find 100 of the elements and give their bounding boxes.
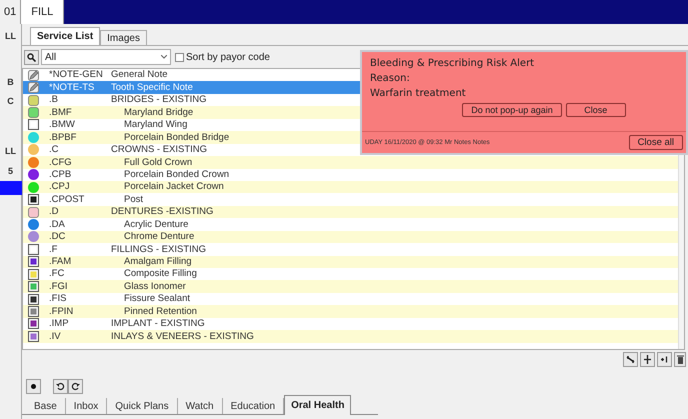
tab[interactable]: Service List	[30, 27, 100, 45]
trash-icon	[676, 355, 684, 364]
service-code: .FAM	[48, 257, 72, 267]
service-description: BRIDGES - EXISTING	[111, 95, 207, 105]
connector-icon	[626, 355, 635, 364]
alert-title: Bleeding & Prescribing Risk Alert	[370, 57, 536, 71]
service-description: DENTURES -EXISTING	[111, 207, 214, 217]
service-code: .BMW	[48, 120, 76, 130]
dot-button[interactable]	[26, 378, 41, 394]
undo-icon	[56, 382, 65, 390]
tooth-chart-icon	[28, 244, 38, 255]
close-all-button[interactable]: Close all	[628, 135, 683, 150]
dropdown-value: All	[45, 50, 56, 64]
alert-button[interactable]: Close	[566, 103, 626, 117]
service-description: CROWNS - EXISTING	[111, 145, 208, 155]
cut-label: B	[7, 76, 14, 88]
service-code: .BMF	[48, 108, 73, 118]
pencil-icon	[28, 70, 38, 81]
service-code: .FIS	[48, 294, 68, 304]
service-description: Maryland Wing	[123, 120, 188, 130]
selection-bar	[0, 181, 22, 195]
service-description: Maryland Bridge	[123, 108, 194, 118]
tooth-chart-icon	[28, 194, 38, 206]
service-description: Amalgam Filling	[123, 257, 192, 267]
list-row[interactable]: .CPB Porcelain Bonded Crown	[23, 168, 678, 181]
redo-button[interactable]	[68, 378, 83, 394]
tooth-chart-icon	[28, 318, 38, 330]
service-description: INLAYS & VENEERS - EXISTING	[111, 332, 254, 342]
toolbar-button[interactable]	[657, 352, 672, 367]
service-code: .DC	[48, 232, 66, 242]
service-code: .CPB	[48, 170, 72, 180]
tab[interactable]: Quick Plans	[107, 398, 178, 414]
list-row[interactable]: .FPIN Pinned Retention	[23, 305, 678, 318]
tooth-chart-icon	[28, 306, 38, 318]
alert-button[interactable]: Do not pop-up again	[462, 103, 562, 117]
list-row[interactable]: .FC Composite Filling	[23, 268, 678, 280]
service-description: Pinned Retention	[123, 306, 197, 316]
checkbox-label: Sort by payor code	[186, 50, 270, 64]
tab[interactable]: Images	[100, 30, 147, 45]
list-row[interactable]: .FIS Fissure Sealant	[23, 292, 678, 306]
redo-icon	[71, 382, 80, 390]
list-row[interactable]: .FAM Amalgam Filling	[23, 256, 678, 268]
service-description: Composite Filling	[123, 269, 197, 279]
cut-label: LL	[5, 145, 16, 157]
list-row[interactable]: .FGI Glass Ionomer	[23, 280, 678, 293]
cut-label: C	[7, 95, 14, 107]
checkbox[interactable]	[175, 52, 184, 62]
service-code: .IV	[48, 332, 62, 342]
service-description: Chrome Denture	[123, 232, 194, 242]
list-row[interactable]: .CPJ Porcelain Jacket Crown	[23, 180, 678, 194]
tab[interactable]: FILL	[21, 0, 64, 24]
service-code: .FGI	[48, 282, 68, 292]
service-code: .C	[48, 145, 60, 155]
service-description: Acrylic Denture	[123, 220, 188, 230]
service-code: .CFG	[48, 158, 73, 168]
service-code: .FC	[48, 269, 66, 279]
service-description: Glass Ionomer	[123, 282, 186, 292]
toolbar-button[interactable]	[623, 352, 638, 367]
service-description: IMPLANT - EXISTING	[111, 319, 205, 329]
search-icon	[27, 52, 36, 62]
service-code: .BPBF	[48, 132, 78, 142]
tab[interactable]: Base	[26, 398, 66, 414]
list-row[interactable]: .IV INLAYS & VENEERS - EXISTING	[23, 330, 678, 343]
service-code: .CPJ	[48, 182, 71, 192]
caret-icon	[161, 55, 167, 59]
toolbar-button[interactable]	[674, 352, 686, 367]
service-description: General Note	[111, 70, 168, 80]
tab[interactable]: 01	[0, 0, 22, 24]
search-button[interactable]	[24, 50, 39, 64]
service-code: .CPOST	[48, 194, 86, 204]
service-description: Fissure Sealant	[123, 294, 190, 304]
service-description: Tooth Specific Note	[111, 82, 193, 92]
service-description: Full Gold Crown	[123, 158, 192, 168]
pencil-icon	[28, 82, 38, 94]
service-description: Porcelain Bonded Bridge	[123, 132, 230, 142]
service-code: .F	[48, 244, 58, 254]
service-code: *NOTE-TS	[48, 82, 96, 92]
tooth-chart-icon	[28, 281, 38, 292]
service-code: .B	[48, 95, 59, 105]
service-description: Post	[123, 194, 144, 204]
tooth-chart-icon	[28, 330, 38, 342]
undo-button[interactable]	[53, 378, 68, 394]
service-description: Porcelain Jacket Crown	[123, 182, 224, 192]
service-code: .D	[48, 207, 60, 217]
toolbar-button[interactable]	[640, 352, 655, 367]
list-row[interactable]: .DC Chrome Denture	[23, 230, 678, 244]
filter-dropdown[interactable]: All	[41, 49, 171, 65]
tab[interactable]: Inbox	[66, 398, 108, 414]
dot-icon	[31, 384, 36, 388]
cut-label: LL	[5, 30, 16, 42]
service-code: .FPIN	[48, 306, 74, 316]
tooth-chart-icon	[28, 256, 38, 268]
service-description: FILLINGS - EXISTING	[111, 244, 206, 254]
tab[interactable]: Watch	[178, 398, 223, 414]
service-description: Porcelain Bonded Crown	[123, 170, 230, 180]
list-row[interactable]: .D DENTURES -EXISTING	[23, 206, 678, 218]
increment-icon	[660, 355, 669, 364]
service-code: .IMP	[48, 319, 70, 329]
list-row[interactable]: .CFG Full Gold Crown	[23, 156, 678, 168]
tab[interactable]: Oral Health	[284, 395, 352, 415]
